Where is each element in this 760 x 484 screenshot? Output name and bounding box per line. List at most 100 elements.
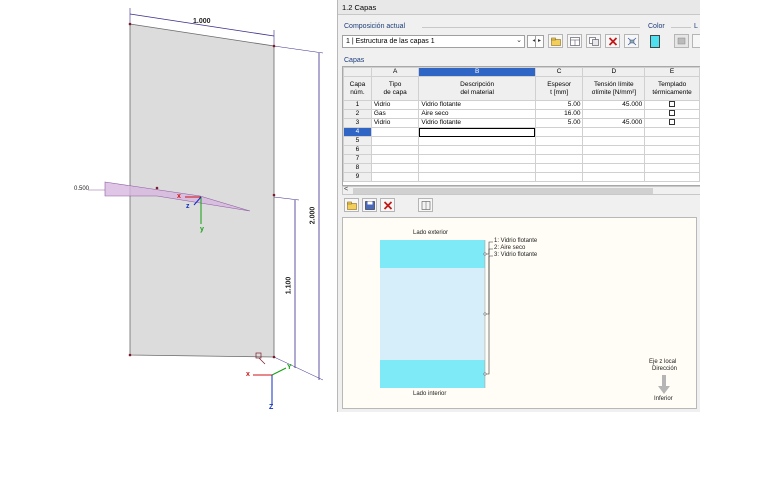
row-number-cell[interactable]: 5	[343, 136, 372, 146]
table-row[interactable]: 5	[343, 136, 700, 146]
layer-type-cell[interactable]	[370, 154, 420, 164]
table-row[interactable]: 7	[343, 154, 700, 164]
extra-tool-button[interactable]	[692, 34, 700, 48]
row-number-cell[interactable]: 8	[343, 163, 372, 173]
composition-select[interactable]: 1 | Estructura de las capas 1 ⌄	[342, 35, 525, 48]
column-letter-e[interactable]: E	[644, 67, 700, 77]
thickness-cell[interactable]	[534, 136, 584, 146]
layer-type-cell[interactable]	[370, 172, 420, 182]
layer-type-cell[interactable]: Vidrio	[370, 100, 420, 110]
delete-layer-button[interactable]	[380, 198, 395, 212]
tempered-cell[interactable]	[644, 127, 700, 137]
info-layers-button[interactable]	[418, 198, 433, 212]
delete-x-icon	[383, 200, 392, 210]
column-letter-b[interactable]: B	[418, 67, 536, 77]
layer-type-cell[interactable]	[370, 127, 420, 137]
table-row[interactable]: 8	[343, 163, 700, 173]
tempered-cell[interactable]	[644, 118, 700, 128]
layer-type-cell[interactable]	[370, 163, 420, 173]
layer-type-cell[interactable]	[370, 136, 420, 146]
next-composition-button[interactable]: ▸	[535, 35, 544, 48]
layer-type-cell[interactable]	[370, 145, 420, 155]
table-row[interactable]: 6	[343, 145, 700, 155]
limit-stress-cell[interactable]	[582, 163, 646, 173]
row-number-cell[interactable]: 4	[343, 127, 372, 137]
scroll-left-arrow[interactable]: <	[344, 186, 348, 193]
copy-composition-button[interactable]	[586, 34, 601, 48]
tempered-cell[interactable]	[644, 100, 700, 110]
table-row[interactable]: 2 Gas Aire seco 16.00	[343, 109, 700, 119]
color-swatch[interactable]	[650, 35, 660, 48]
tempered-checkbox[interactable]	[669, 110, 676, 117]
limit-stress-cell[interactable]	[582, 145, 646, 155]
delete-x-icon	[608, 36, 617, 46]
model-viewport[interactable]: 1.000 2.000 1.100 0.500 x y z x Y Z	[0, 0, 336, 484]
layers-dialog: 1.2 Capas Composición actual Color L 1 |…	[337, 0, 700, 412]
tempered-checkbox[interactable]	[669, 101, 676, 108]
limit-stress-cell[interactable]	[582, 136, 646, 146]
thickness-cell[interactable]	[534, 154, 584, 164]
row-number-cell[interactable]: 6	[343, 145, 372, 155]
limit-stress-cell[interactable]: 45.000	[582, 100, 646, 110]
tempered-cell[interactable]	[644, 145, 700, 155]
row-number-cell[interactable]: 7	[343, 154, 372, 164]
offset-dimension-label: 0.500	[74, 186, 90, 192]
filter-composition-button[interactable]	[624, 34, 639, 48]
tempered-cell[interactable]	[644, 163, 700, 173]
column-letter-a[interactable]: A	[370, 67, 420, 77]
header-thickness: Espesor t [mm]	[534, 76, 584, 101]
limit-stress-cell[interactable]: 45.000	[582, 118, 646, 128]
material-description-cell[interactable]	[418, 172, 536, 182]
column-letter-c[interactable]: C	[534, 67, 584, 77]
material-description-cell[interactable]: Vidrio flotante	[418, 118, 536, 128]
table-row[interactable]: 9	[343, 172, 700, 182]
layer-type-cell[interactable]: Gas	[370, 109, 420, 119]
table-row[interactable]: 3 Vidrio Vidrio flotante 5.00 45.000	[343, 118, 700, 128]
row-number-cell[interactable]: 9	[343, 172, 372, 182]
dialog-title: 1.2 Capas	[338, 0, 700, 15]
tempered-cell[interactable]	[644, 154, 700, 164]
layer-type-cell[interactable]: Vidrio	[370, 118, 420, 128]
save-layers-button[interactable]	[362, 198, 377, 212]
table-row[interactable]: 1 Vidrio Vidrio flotante 5.00 45.000	[343, 100, 700, 110]
thickness-cell[interactable]: 5.00	[534, 118, 584, 128]
thickness-cell[interactable]	[534, 127, 584, 137]
partial-dimension-label: 1.100	[285, 276, 293, 295]
scrollbar-thumb[interactable]	[353, 188, 653, 194]
material-description-cell[interactable]	[418, 136, 536, 146]
material-description-cell[interactable]	[418, 145, 536, 155]
thickness-cell[interactable]: 16.00	[534, 109, 584, 119]
local-x-label: x	[177, 193, 181, 200]
limit-stress-cell[interactable]	[582, 172, 646, 182]
column-letter-d[interactable]: D	[582, 67, 646, 77]
thickness-cell[interactable]	[534, 172, 584, 182]
material-description-cell[interactable]	[418, 163, 536, 173]
tempered-cell[interactable]	[644, 172, 700, 182]
tempered-cell[interactable]	[644, 136, 700, 146]
limit-stress-cell[interactable]	[582, 127, 646, 137]
row-number-cell[interactable]: 2	[343, 109, 372, 119]
layer-tool-button[interactable]	[674, 34, 689, 48]
delete-composition-button[interactable]	[605, 34, 620, 48]
layers-table-body: 1 Vidrio Vidrio flotante 5.00 45.000 2 Gas Aire…	[343, 100, 700, 182]
open-layers-button[interactable]	[344, 198, 359, 212]
folder-open-icon	[346, 201, 357, 210]
limit-stress-cell[interactable]	[582, 109, 646, 119]
material-description-cell[interactable]	[418, 127, 536, 137]
table-horizontal-scrollbar[interactable]: <	[342, 186, 700, 195]
limit-stress-cell[interactable]	[582, 154, 646, 164]
layers-table[interactable]: A B C D E Capa núm. Tipo de capa Descrip…	[342, 66, 700, 186]
import-composition-button[interactable]	[567, 34, 582, 48]
thickness-cell[interactable]	[534, 145, 584, 155]
thickness-cell[interactable]: 5.00	[534, 100, 584, 110]
row-number-cell[interactable]: 1	[343, 100, 372, 110]
tempered-checkbox[interactable]	[669, 119, 676, 126]
table-row[interactable]: 4	[343, 127, 700, 137]
material-description-cell[interactable]: Vidrio flotante	[418, 100, 536, 110]
tempered-cell[interactable]	[644, 109, 700, 119]
material-description-cell[interactable]: Aire seco	[418, 109, 536, 119]
thickness-cell[interactable]	[534, 163, 584, 173]
new-composition-button[interactable]	[548, 34, 563, 48]
material-description-cell[interactable]	[418, 154, 536, 164]
row-number-cell[interactable]: 3	[343, 118, 372, 128]
